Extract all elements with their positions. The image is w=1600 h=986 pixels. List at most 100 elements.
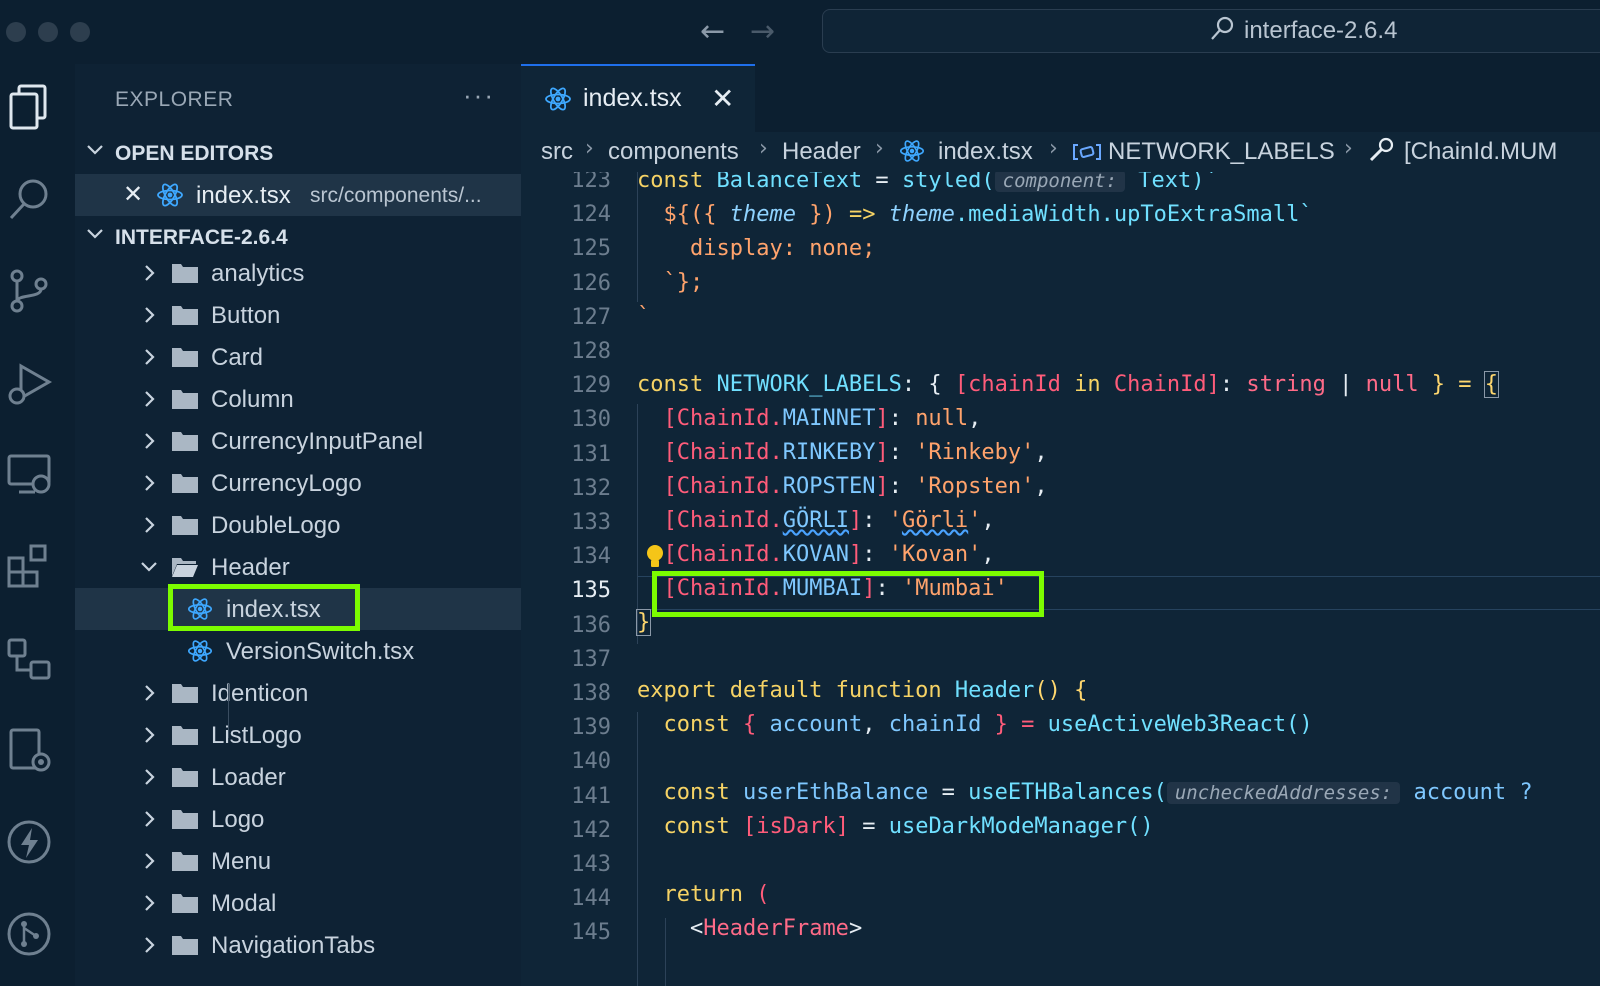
tree-item-label: Identicon	[211, 680, 309, 707]
title-bar: ← → interface-2.6.4	[0, 0, 1600, 64]
tree-file[interactable]: VersionSwitch.tsx	[75, 630, 521, 672]
breadcrumb-symbol[interactable]: NETWORK_LABELS	[1108, 138, 1335, 166]
breadcrumb-components[interactable]: components	[608, 138, 739, 166]
line-number: 128	[571, 339, 611, 364]
maximize-window-button[interactable]	[70, 22, 90, 42]
code-line-127: `	[637, 304, 651, 329]
line-number: 126	[571, 270, 611, 296]
search-text: interface-2.6.4	[1244, 17, 1398, 44]
chevron-right-icon	[145, 433, 155, 449]
chevron-right-icon: ›	[585, 136, 594, 161]
code-line-123: const BalanceText = styled(component: Te…	[637, 172, 1218, 193]
workspace-section[interactable]: INTERFACE-2.6.4	[75, 216, 521, 256]
remote-explorer-icon[interactable]	[5, 450, 55, 500]
folder-icon	[172, 516, 198, 535]
indent-guide	[637, 712, 638, 986]
lightning-icon[interactable]	[5, 818, 55, 868]
tree-item-label: Card	[211, 344, 264, 371]
more-actions-button[interactable]: ···	[463, 80, 495, 111]
tree-folder[interactable]: Column	[75, 378, 521, 420]
code-line-133: [ChainId.GÖRLI]: 'Görli',	[663, 508, 995, 533]
folder-icon	[172, 474, 198, 493]
code-line-141: const userEthBalance = useETHBalances(un…	[663, 780, 1533, 805]
open-editor-path: src/components/...	[310, 184, 482, 207]
folder-icon	[172, 936, 198, 955]
react-file-icon	[157, 183, 183, 207]
wrench-icon	[1369, 137, 1394, 162]
line-number: 140	[571, 749, 611, 775]
close-icon[interactable]: ✕	[711, 82, 734, 115]
line-number: 141	[571, 783, 611, 809]
tree-folder[interactable]: Modal	[75, 882, 521, 924]
open-editor-item[interactable]: ✕ index.tsx src/components/...	[75, 174, 521, 216]
folder-icon	[172, 684, 198, 703]
tree-folder[interactable]: Logo	[75, 798, 521, 840]
chevron-right-icon	[145, 307, 155, 323]
tree-folder[interactable]: DoubleLogo	[75, 504, 521, 546]
line-number: 139	[571, 715, 611, 741]
tree-folder[interactable]: CurrencyInputPanel	[75, 420, 521, 462]
tree-folder[interactable]: Header	[75, 546, 521, 588]
code-line-126: `};	[663, 270, 704, 295]
run-debug-icon[interactable]	[5, 358, 55, 408]
tree-folder[interactable]: Identicon	[75, 672, 521, 714]
react-file-icon	[187, 640, 213, 662]
workspace-label: INTERFACE-2.6.4	[115, 226, 288, 249]
line-number: 132	[571, 475, 611, 501]
breadcrumb-header[interactable]: Header	[782, 138, 861, 166]
back-arrow-icon[interactable]: ←	[700, 14, 725, 49]
chevron-down-icon	[141, 562, 157, 572]
chevron-down-icon	[87, 229, 103, 239]
line-number: 127	[571, 304, 611, 330]
breadcrumb-file[interactable]: index.tsx	[938, 138, 1033, 166]
search-icon	[1211, 16, 1234, 40]
settings-sync-icon[interactable]	[5, 726, 55, 776]
tree-folder[interactable]: analytics	[75, 252, 521, 294]
inlay-hint: component:	[994, 172, 1126, 192]
code-line-132: [ChainId.ROPSTEN]: 'Ropsten',	[663, 474, 1048, 499]
search-icon[interactable]	[5, 174, 55, 224]
breadcrumb-property[interactable]: [ChainId.MUM	[1404, 138, 1557, 166]
code-line-130: [ChainId.MAINNET]: null,	[663, 406, 982, 431]
tree-folder[interactable]: Button	[75, 294, 521, 336]
code-line-124: ${({ theme }) => theme.mediaWidth.upToEx…	[663, 202, 1313, 227]
chevron-right-icon	[145, 853, 155, 869]
chevron-right-icon	[145, 475, 155, 491]
tree-folder[interactable]: ListLogo	[75, 714, 521, 756]
tree-folder[interactable]: Loader	[75, 756, 521, 798]
close-window-button[interactable]	[6, 22, 26, 42]
tree-item-label: VersionSwitch.tsx	[226, 638, 415, 665]
extensions-icon[interactable]	[5, 542, 55, 592]
tree-folder[interactable]: NavigationTabs	[75, 924, 521, 966]
code-line-138: export default function Header() {	[637, 678, 1088, 703]
code-line-129: const NETWORK_LABELS: { [chainId in Chai…	[637, 371, 1500, 398]
tab-index-tsx[interactable]: index.tsx ✕	[521, 64, 755, 132]
line-number: 135	[571, 578, 611, 604]
tree-folder[interactable]: CurrencyLogo	[75, 462, 521, 504]
line-number: 143	[571, 852, 611, 877]
tree-item-label: Column	[211, 386, 294, 413]
forward-arrow-icon[interactable]: →	[750, 14, 775, 49]
editor-area: index.tsx ✕ src › components › Header › …	[521, 64, 1600, 986]
tree-folder[interactable]: Menu	[75, 840, 521, 882]
code-line-145: <HeaderFrame>	[689, 916, 863, 941]
tree-item-label: DoubleLogo	[211, 512, 341, 539]
breadcrumb: src › components › Header › index.tsx › …	[521, 132, 1600, 172]
close-icon[interactable]: ✕	[123, 180, 143, 208]
line-number: 137	[571, 646, 611, 672]
tree-folder[interactable]: Card	[75, 336, 521, 378]
open-editors-section[interactable]: OPEN EDITORS	[75, 132, 521, 172]
explorer-sidebar: EXPLORER ··· OPEN EDITORS ✕ index.tsx sr…	[75, 64, 521, 986]
source-graph-icon[interactable]	[5, 634, 55, 684]
code-line-131: [ChainId.RINKEBY]: 'Rinkeby',	[663, 440, 1048, 465]
source-control-icon[interactable]	[5, 266, 55, 316]
open-editors-label: OPEN EDITORS	[115, 142, 274, 165]
chevron-right-icon: ›	[759, 136, 768, 161]
explorer-icon[interactable]	[5, 82, 55, 132]
breadcrumb-src[interactable]: src	[541, 138, 573, 166]
chevron-right-icon	[145, 769, 155, 785]
folder-icon	[172, 306, 198, 325]
git-graph-icon[interactable]	[5, 910, 55, 960]
activity-bar	[0, 64, 75, 986]
minimize-window-button[interactable]	[38, 22, 58, 42]
